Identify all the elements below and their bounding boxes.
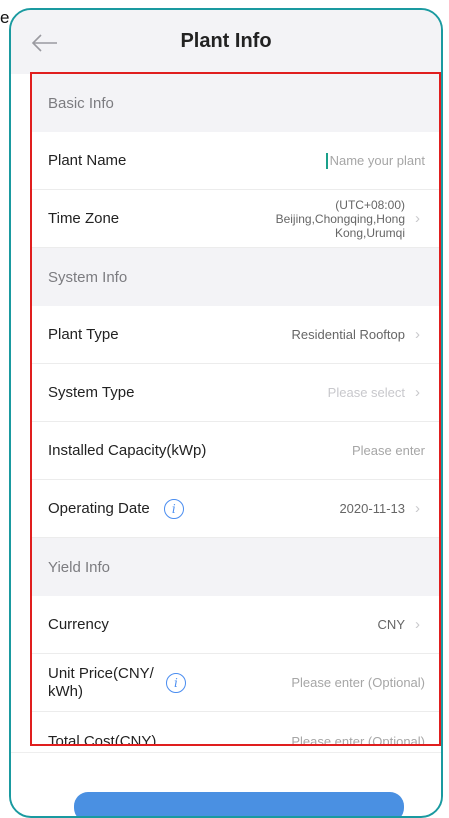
unit-price-label-line1: Unit Price(CNY/ xyxy=(48,664,154,682)
chevron-right-icon: › xyxy=(415,326,420,343)
plant-type-row[interactable]: Plant Type Residential Rooftop › xyxy=(32,306,439,364)
installed-capacity-label: Installed Capacity(kWp) xyxy=(48,442,207,459)
primary-action-button[interactable] xyxy=(74,792,404,816)
total-cost-row[interactable]: Total Cost(CNY) Please enter (Optional) xyxy=(32,712,439,746)
operating-date-value: 2020-11-13 xyxy=(339,501,405,516)
unit-price-label: Unit Price(CNY/ kWh) xyxy=(48,665,154,701)
unit-price-row[interactable]: Unit Price(CNY/ kWh) i Please enter (Opt… xyxy=(32,654,439,712)
currency-label: Currency xyxy=(48,616,109,633)
operating-date-label: Operating Date xyxy=(48,500,150,517)
divider xyxy=(11,752,441,753)
plant-name-label: Plant Name xyxy=(48,152,127,169)
chevron-right-icon: › xyxy=(415,616,420,633)
system-type-row[interactable]: System Type Please select › xyxy=(32,364,439,422)
info-icon[interactable]: i xyxy=(165,672,186,693)
plant-info-form: Basic Info Plant Name Name your plant Ti… xyxy=(30,72,441,746)
installed-capacity-input[interactable]: Please enter xyxy=(352,443,425,458)
time-zone-label: Time Zone xyxy=(48,210,120,227)
time-zone-value-line2: Beijing,Chongqing,Hong xyxy=(275,211,405,226)
total-cost-label: Total Cost(CNY) xyxy=(48,732,157,746)
time-zone-row[interactable]: Time Zone (UTC+08:00) Beijing,Chongqing,… xyxy=(32,190,439,248)
section-yield-info: Yield Info xyxy=(32,538,439,596)
chevron-right-icon: › xyxy=(415,384,420,401)
chevron-right-icon: › xyxy=(415,210,420,227)
section-system-info: System Info xyxy=(32,248,439,306)
total-cost-input[interactable]: Please enter (Optional) xyxy=(291,734,425,745)
installed-capacity-row[interactable]: Installed Capacity(kWp) Please enter xyxy=(32,422,439,480)
time-zone-value: (UTC+08:00) Beijing,Chongqing,Hong Kong,… xyxy=(276,198,405,240)
nav-header: Plant Info xyxy=(11,10,441,74)
currency-value: CNY xyxy=(377,617,405,632)
currency-row[interactable]: Currency CNY › xyxy=(32,596,439,654)
chevron-right-icon: › xyxy=(415,500,420,517)
section-basic-info: Basic Info xyxy=(32,74,439,132)
page-title: Plant Info xyxy=(180,30,272,52)
bottom-action-bar xyxy=(11,752,441,816)
text-cursor xyxy=(325,152,328,169)
plant-name-input[interactable]: Name your plant xyxy=(330,153,425,168)
system-type-label: System Type xyxy=(48,384,135,401)
unit-price-label-line2: kWh) xyxy=(48,682,83,700)
phone-screen: Plant Info Basic Info Plant Name Name yo… xyxy=(9,8,443,818)
plant-type-value: Residential Rooftop xyxy=(291,327,405,342)
time-zone-value-line1: (UTC+08:00) xyxy=(335,197,405,212)
operating-date-row[interactable]: Operating Date i 2020-11-13 › xyxy=(32,480,439,538)
info-icon[interactable]: i xyxy=(163,498,184,519)
time-zone-value-line3: Kong,Urumqi xyxy=(334,225,405,240)
system-type-select[interactable]: Please select xyxy=(328,385,405,400)
plant-name-row[interactable]: Plant Name Name your plant xyxy=(32,132,439,190)
unit-price-input[interactable]: Please enter (Optional) xyxy=(291,675,425,690)
plant-type-label: Plant Type xyxy=(48,326,119,343)
